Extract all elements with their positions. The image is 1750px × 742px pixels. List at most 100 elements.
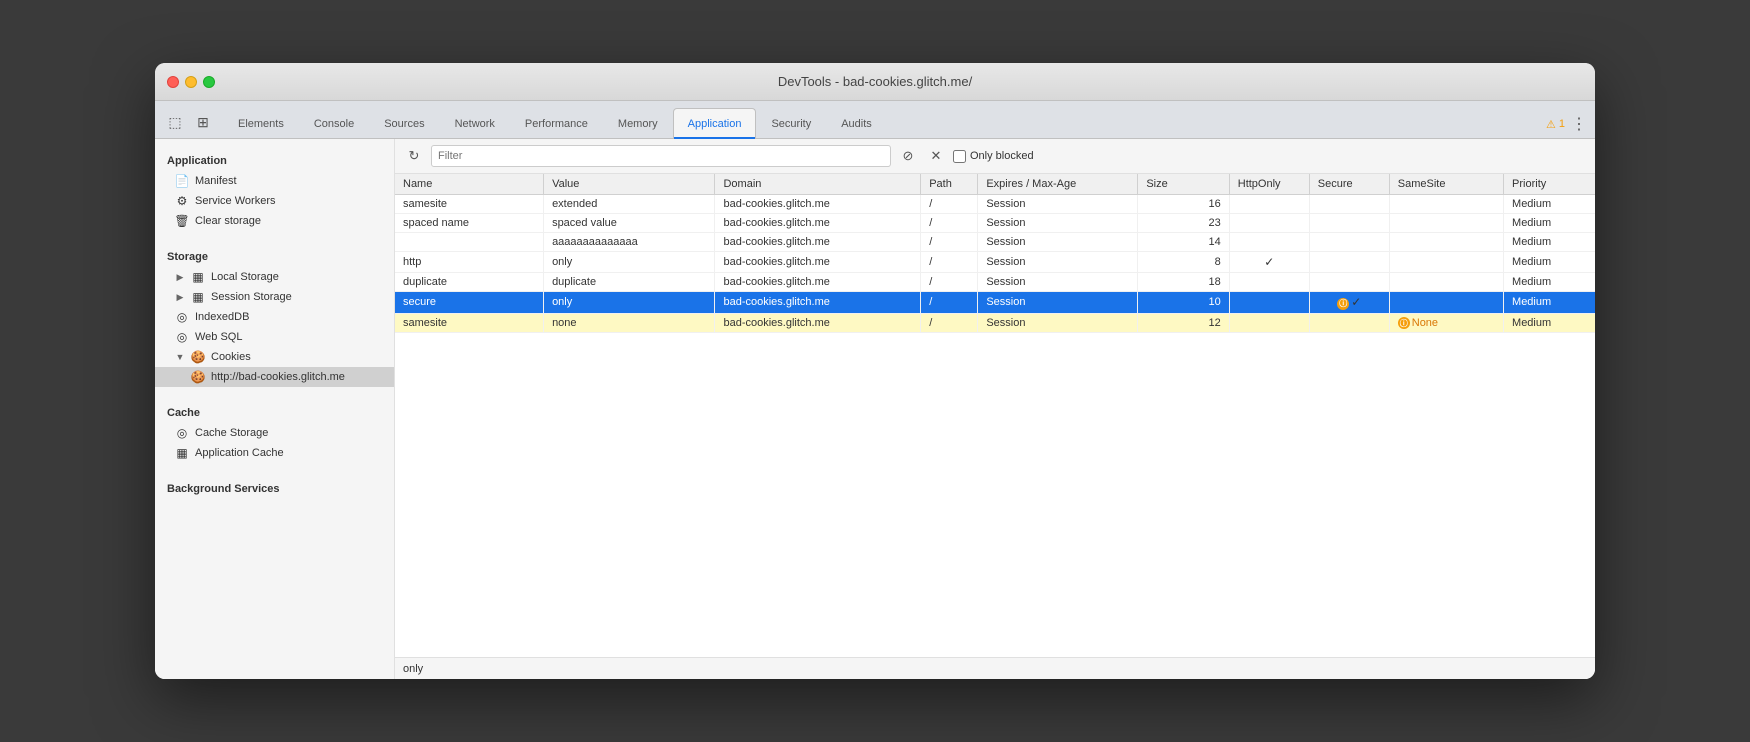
sidebar-item-local-storage[interactable]: ▶ ▦ Local Storage (155, 267, 394, 287)
col-header-samesite[interactable]: SameSite (1389, 174, 1503, 195)
clear-storage-label: Clear storage (195, 215, 261, 227)
cell-expires: Session (978, 273, 1138, 292)
tab-sources[interactable]: Sources (369, 108, 439, 138)
cell-domain: bad-cookies.glitch.me (715, 233, 921, 252)
tab-network[interactable]: Network (440, 108, 510, 138)
table-row[interactable]: httponlybad-cookies.glitch.me/Session8✓M… (395, 252, 1595, 273)
layers-icon[interactable]: ⊞ (191, 110, 215, 134)
tab-console[interactable]: Console (299, 108, 369, 138)
cell-secure (1309, 214, 1389, 233)
sidebar-item-service-workers[interactable]: ⚙ Service Workers (155, 191, 394, 211)
col-header-size[interactable]: Size (1138, 174, 1229, 195)
sidebar-item-manifest[interactable]: 📄 Manifest (155, 171, 394, 191)
sidebar-item-indexeddb[interactable]: ◎ IndexedDB (155, 307, 394, 327)
bottom-value: only (403, 663, 423, 675)
col-header-expires[interactable]: Expires / Max-Age (978, 174, 1138, 195)
cell-size: 8 (1138, 252, 1229, 273)
web-sql-label: Web SQL (195, 331, 243, 343)
sidebar-section-background: Background Services (155, 475, 394, 499)
sidebar-item-cookie-url[interactable]: 🍪 http://bad-cookies.glitch.me (155, 367, 394, 387)
table-row[interactable]: samesiteextendedbad-cookies.glitch.me/Se… (395, 195, 1595, 214)
cell-httponly (1229, 313, 1309, 333)
cell-samesite (1389, 233, 1503, 252)
clear-button[interactable]: ✕ (925, 145, 947, 167)
sidebar-item-web-sql[interactable]: ◎ Web SQL (155, 327, 394, 347)
table-row[interactable]: aaaaaaaaaaaaaabad-cookies.glitch.me/Sess… (395, 233, 1595, 252)
minimize-button[interactable] (185, 76, 197, 88)
cell-path: / (921, 292, 978, 314)
col-header-domain[interactable]: Domain (715, 174, 921, 195)
indexeddb-label: IndexedDB (195, 311, 249, 323)
table-row[interactable]: secureonlybad-cookies.glitch.me/Session1… (395, 292, 1595, 314)
cache-storage-icon: ◎ (175, 426, 189, 440)
col-header-path[interactable]: Path (921, 174, 978, 195)
table-header-row: Name Value Domain Path Expires / Max-Age… (395, 174, 1595, 195)
cell-domain: bad-cookies.glitch.me (715, 313, 921, 333)
cell-domain: bad-cookies.glitch.me (715, 292, 921, 314)
cell-expires: Session (978, 214, 1138, 233)
cell-samesite: ⓘNone (1389, 313, 1503, 333)
cell-name: samesite (395, 195, 544, 214)
more-menu-button[interactable]: ⋮ (1571, 114, 1587, 134)
col-header-priority[interactable]: Priority (1504, 174, 1595, 195)
cell-secure (1309, 273, 1389, 292)
tab-memory[interactable]: Memory (603, 108, 673, 138)
table-row[interactable]: duplicateduplicatebad-cookies.glitch.me/… (395, 273, 1595, 292)
cursor-icon[interactable]: ⬚ (163, 110, 187, 134)
web-sql-icon: ◎ (175, 330, 189, 344)
sidebar-item-cookies[interactable]: ▼ 🍪 Cookies (155, 347, 394, 367)
main-content: ↻ ⊘ ✕ Only blocked Name Value Domain (395, 139, 1595, 679)
tab-audits[interactable]: Audits (826, 108, 887, 138)
col-header-httponly[interactable]: HttpOnly (1229, 174, 1309, 195)
no-entry-icon[interactable]: ⊘ (897, 145, 919, 167)
close-button[interactable] (167, 76, 179, 88)
col-header-name[interactable]: Name (395, 174, 544, 195)
cell-priority: Medium (1504, 214, 1595, 233)
filter-input[interactable] (431, 145, 891, 167)
tabs-bar: ⬚ ⊞ Elements Console Sources Network Per… (155, 101, 1595, 139)
table-row[interactable]: samesitenonebad-cookies.glitch.me/Sessio… (395, 313, 1595, 333)
cell-samesite (1389, 273, 1503, 292)
cell-samesite (1389, 195, 1503, 214)
cell-name: secure (395, 292, 544, 314)
sidebar-item-cache-storage[interactable]: ◎ Cache Storage (155, 423, 394, 443)
refresh-button[interactable]: ↻ (403, 145, 425, 167)
cell-path: / (921, 195, 978, 214)
sidebar-item-session-storage[interactable]: ▶ ▦ Session Storage (155, 287, 394, 307)
col-header-value[interactable]: Value (544, 174, 715, 195)
only-blocked-checkbox-label[interactable]: Only blocked (953, 150, 1034, 163)
bottom-bar: only (395, 657, 1595, 679)
tab-security[interactable]: Security (756, 108, 826, 138)
cell-value: extended (544, 195, 715, 214)
only-blocked-text: Only blocked (970, 150, 1034, 162)
table-row[interactable]: spaced namespaced valuebad-cookies.glitc… (395, 214, 1595, 233)
sidebar-item-application-cache[interactable]: ▦ Application Cache (155, 443, 394, 463)
cell-priority: Medium (1504, 273, 1595, 292)
cookies-label: Cookies (211, 351, 251, 363)
session-storage-label: Session Storage (211, 291, 292, 303)
cell-priority: Medium (1504, 292, 1595, 314)
tab-icons: ⬚ ⊞ (163, 110, 215, 138)
cell-secure (1309, 252, 1389, 273)
cell-expires: Session (978, 195, 1138, 214)
cell-priority: Medium (1504, 195, 1595, 214)
only-blocked-checkbox[interactable] (953, 150, 966, 163)
expand-cookies-icon: ▼ (175, 352, 185, 362)
cell-value: none (544, 313, 715, 333)
tab-application[interactable]: Application (673, 108, 757, 138)
warning-badge[interactable]: ⚠ 1 (1546, 118, 1565, 131)
cell-name: duplicate (395, 273, 544, 292)
cell-secure: ⓘ✓ (1309, 292, 1389, 314)
filter-bar: ↻ ⊘ ✕ Only blocked (395, 139, 1595, 174)
cookie-url-label: http://bad-cookies.glitch.me (211, 371, 345, 383)
maximize-button[interactable] (203, 76, 215, 88)
col-header-secure[interactable]: Secure (1309, 174, 1389, 195)
cell-priority: Medium (1504, 313, 1595, 333)
tab-elements[interactable]: Elements (223, 108, 299, 138)
cell-path: / (921, 273, 978, 292)
cell-domain: bad-cookies.glitch.me (715, 214, 921, 233)
sidebar-item-clear-storage[interactable]: 🗑 Clear storage (155, 211, 394, 231)
cell-secure (1309, 233, 1389, 252)
tab-performance[interactable]: Performance (510, 108, 603, 138)
content-area: Application 📄 Manifest ⚙ Service Workers… (155, 139, 1595, 679)
